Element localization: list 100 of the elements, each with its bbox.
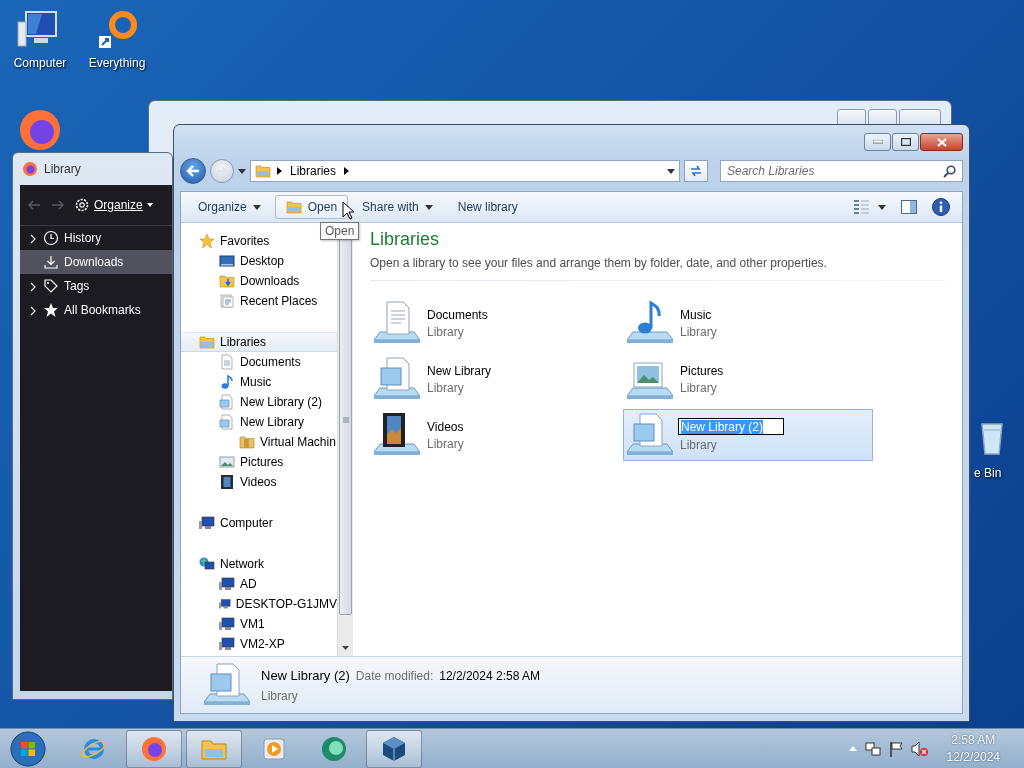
navigation-item[interactable]: Virtual Machin bbox=[181, 432, 337, 452]
library-item[interactable]: New Library (2) Library bbox=[623, 409, 873, 461]
grip-icon bbox=[342, 417, 349, 423]
computer-icon bbox=[219, 616, 235, 632]
library-tree-item[interactable]: History bbox=[20, 226, 172, 250]
firefox-icon bbox=[22, 161, 38, 177]
flag-icon[interactable] bbox=[888, 740, 903, 757]
navigation-item[interactable]: New Library bbox=[181, 412, 337, 432]
organize-menu-button[interactable]: Organize bbox=[74, 197, 153, 213]
navigation-item[interactable]: Network bbox=[181, 554, 337, 574]
navigation-item[interactable]: Computer bbox=[181, 513, 337, 533]
toolbar-button[interactable]: Share with bbox=[351, 195, 444, 219]
library-item[interactable]: Videos Library bbox=[370, 409, 620, 461]
navigation-item[interactable]: New Library (2) bbox=[181, 392, 337, 412]
music-note-icon bbox=[219, 374, 235, 390]
app-icon bbox=[320, 734, 348, 763]
chevron-icon bbox=[344, 167, 350, 175]
item-type: Library bbox=[680, 380, 718, 395]
mouse-pointer-icon bbox=[342, 201, 354, 220]
library-item[interactable]: New Library Library bbox=[370, 353, 620, 405]
recent-pages-caret-icon bbox=[238, 168, 246, 174]
navigation-item[interactable]: Recent Places bbox=[181, 291, 337, 311]
window-title: Library bbox=[44, 162, 81, 176]
refresh-button[interactable] bbox=[684, 160, 708, 182]
navigation-item[interactable]: Videos bbox=[181, 472, 337, 492]
library-icon bbox=[219, 394, 235, 410]
gear-icon bbox=[74, 197, 90, 213]
details-name: New Library (2) bbox=[261, 667, 350, 683]
screen-icon bbox=[219, 253, 235, 269]
address-history-caret-icon bbox=[667, 168, 675, 174]
firefox-icon bbox=[140, 734, 168, 763]
search-icon bbox=[943, 164, 956, 178]
item-type: Library bbox=[680, 438, 718, 452]
chevron-icon bbox=[277, 167, 282, 175]
navigation-item[interactable]: Pictures bbox=[181, 452, 337, 472]
item-type: Library bbox=[427, 436, 464, 451]
search-field[interactable]: Search Libraries bbox=[720, 160, 963, 182]
minimize-icon bbox=[872, 140, 883, 144]
library-tree-item[interactable]: Tags bbox=[20, 274, 172, 298]
library-icon bbox=[219, 414, 235, 430]
tag-icon bbox=[43, 278, 59, 294]
breadcrumb-link[interactable]: Libraries bbox=[288, 164, 339, 178]
library-folder-icon bbox=[255, 163, 271, 179]
download-icon bbox=[43, 254, 59, 270]
navigation-item[interactable]: Music bbox=[181, 372, 337, 392]
speaker-muted-icon[interactable] bbox=[910, 740, 929, 757]
desktop-icon[interactable]: Everything bbox=[80, 8, 154, 70]
caret-icon bbox=[146, 203, 153, 207]
clock-icon bbox=[43, 230, 59, 246]
item-type: Library bbox=[427, 324, 465, 339]
picture-icon bbox=[219, 454, 235, 470]
navigation-item[interactable]: VM1 bbox=[181, 614, 337, 634]
toolbar-button[interactable]: New library bbox=[446, 195, 529, 219]
library-folder-icon bbox=[199, 334, 215, 350]
maximize-icon bbox=[900, 138, 911, 146]
windows-orb-icon bbox=[10, 730, 46, 767]
address-bar[interactable]: Libraries bbox=[250, 160, 680, 182]
download-folder-icon bbox=[219, 273, 235, 289]
navigation-item[interactable]: VM2-XP bbox=[181, 634, 337, 654]
library-item[interactable]: Music Library bbox=[623, 297, 873, 349]
library-folder-icon bbox=[285, 199, 302, 215]
toolbar-button[interactable]: Organize bbox=[187, 195, 272, 219]
navigation-item[interactable]: Downloads bbox=[181, 271, 337, 291]
computer-icon bbox=[199, 515, 215, 531]
navigation-item[interactable]: Documents bbox=[181, 352, 337, 372]
item-type: Library bbox=[427, 380, 465, 395]
close-button[interactable] bbox=[920, 133, 963, 151]
network-icon[interactable] bbox=[864, 740, 881, 757]
document-icon bbox=[219, 354, 235, 370]
back-arrow-icon bbox=[186, 165, 200, 177]
taskbar-button[interactable] bbox=[126, 729, 182, 768]
library-tree-item[interactable]: All Bookmarks bbox=[20, 298, 172, 322]
tooltip: Open bbox=[320, 222, 360, 240]
library-item[interactable]: Pictures Library bbox=[623, 353, 873, 405]
maximize-button[interactable] bbox=[892, 133, 919, 151]
pane-icon bbox=[901, 200, 917, 214]
navigation-item[interactable]: Desktop bbox=[181, 251, 337, 271]
chevron-icon bbox=[28, 234, 38, 244]
caret-icon bbox=[252, 204, 261, 210]
toolbar-button[interactable]: Open bbox=[274, 195, 349, 219]
page-heading: Libraries bbox=[370, 229, 441, 250]
scroll-down-arrow-icon[interactable] bbox=[342, 646, 349, 650]
navigation-item[interactable]: Libraries bbox=[181, 332, 337, 352]
library-tree-item[interactable]: Downloads bbox=[20, 250, 172, 274]
help-icon bbox=[932, 198, 950, 216]
navigation-item[interactable]: DESKTOP-G1JMV bbox=[181, 594, 337, 614]
desktop-icon[interactable]: e Bin bbox=[974, 418, 1018, 480]
chevron-icon bbox=[28, 306, 38, 316]
network-icon bbox=[199, 556, 215, 572]
page-description: Open a library to see your files and arrange them by folder, date, and other properties. bbox=[370, 256, 828, 270]
navigation-item[interactable]: AD bbox=[181, 574, 337, 594]
taskbar-button[interactable] bbox=[366, 729, 422, 768]
item-type: Library bbox=[680, 324, 717, 339]
back-button[interactable] bbox=[180, 158, 206, 184]
caret-icon bbox=[878, 204, 886, 210]
desktop-icon[interactable]: Computer bbox=[3, 8, 77, 70]
close-icon bbox=[936, 137, 947, 147]
folder-icon bbox=[239, 434, 255, 450]
computer-icon bbox=[219, 576, 235, 592]
library-item[interactable]: Documents Library bbox=[370, 297, 620, 349]
